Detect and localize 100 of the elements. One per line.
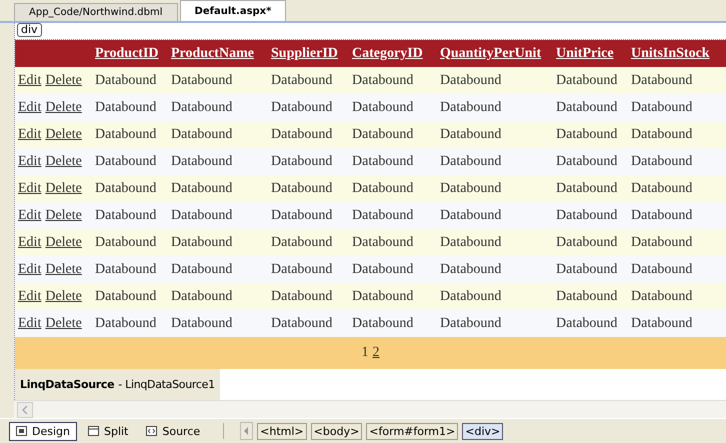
table-cell-text: Databound [351,154,414,170]
table-cell-text: Databound [439,288,502,304]
table-cell-text: Databound [170,234,234,250]
document-tab[interactable]: Default.aspx* [180,0,286,21]
table-cell-text: Databound [630,208,694,224]
chevron-left-icon [22,406,28,414]
row-action-link[interactable]: Delete [45,262,82,278]
table-cell-text: Databound [270,208,334,224]
row-action-link[interactable]: Delete [45,288,82,304]
table-cell-text: Databound [439,262,502,278]
table-cell-text: Databound [555,262,618,278]
table-cell-text: Databound [170,72,234,88]
tag-breadcrumb[interactable]: <div> [462,422,504,440]
table-cell-text: Databound [270,72,334,88]
table-cell-text: Databound [630,126,694,142]
scroll-left-button[interactable] [240,422,254,440]
view-button[interactable]: Split [80,422,136,441]
table-cell-text: Databound [270,154,334,170]
row-action-link[interactable]: Delete [45,100,82,116]
row-action-link[interactable]: Edit [18,262,42,278]
table-cell-text: Databound [351,208,414,224]
table-cell-text: Databound [555,72,618,88]
table-cell-text: Databound [270,288,334,304]
design-view-icon [16,426,27,436]
table-cell-text: Databound [170,316,234,332]
table-cell-text: Databound [555,208,618,224]
tag-breadcrumb[interactable]: <body> [310,422,362,440]
table-cell-text: Databound [439,154,502,170]
table-cell-text: Databound [555,288,618,304]
table-cell-text: Databound [351,316,414,332]
table-cell-text: Databound [555,234,618,250]
tag-breadcrumb[interactable]: <form#form1> [366,422,458,440]
table-cell-text: Databound [94,100,158,116]
column-header[interactable]: UnitsInStock [628,46,723,62]
table-cell-text: Databound [630,316,694,332]
row-action-link[interactable]: Edit [18,72,42,88]
row-action-link[interactable]: Delete [45,72,82,88]
row-action-link[interactable]: Delete [45,180,82,196]
table-cell-text: Databound [94,316,158,332]
scroll-left-button[interactable] [17,402,33,418]
split-view-icon [88,426,99,436]
page-link[interactable]: 1 [362,345,368,361]
row-action-link[interactable]: Delete [45,154,82,170]
table-cell-text: Databound [270,180,334,196]
row-action-link[interactable]: Edit [18,234,42,250]
table-cell-text: Databound [351,72,414,88]
table-cell-text: Databound [555,126,618,142]
triangle-left-icon [244,427,250,436]
table-cell-text: Databound [270,316,334,332]
table-cell-text: Databound [630,154,694,170]
table-cell-text: Databound [94,234,158,250]
table-cell-text: Databound [170,126,234,142]
table-cell-text: Databound [170,154,234,170]
table-cell-text: Databound [630,234,694,250]
control-id-label: - LinqDataSource1 [118,378,215,391]
table-cell-text: Databound [439,126,502,142]
table-cell-text: Databound [351,234,414,250]
row-action-link[interactable]: Edit [18,288,42,304]
table-cell-text: Databound [439,180,502,196]
table-cell-text: Databound [630,72,694,88]
column-header[interactable]: ProductName [168,46,268,62]
element-tag: div [17,23,42,37]
column-header[interactable]: UnitPrice [553,46,628,62]
page-link[interactable]: 2 [372,345,380,361]
row-action-link[interactable]: Edit [18,180,42,196]
column-header[interactable]: ProductID [92,46,168,62]
code-view-icon [146,426,158,436]
table-cell-text: Databound [170,180,234,196]
row-action-link[interactable]: Edit [18,100,42,116]
table-cell-text: Databound [630,100,694,116]
row-action-link[interactable]: Edit [18,208,42,224]
tag-breadcrumb[interactable]: <html> [257,422,307,440]
row-action-link[interactable]: Delete [45,234,82,250]
table-cell-text: Databound [555,154,618,170]
table-cell-text: Databound [170,208,234,224]
column-header[interactable]: QuantityPerUnit [437,46,553,62]
row-action-link[interactable]: Edit [18,126,42,142]
column-header[interactable]: SupplierID [268,46,349,62]
document-tab[interactable]: App_Code/Northwind.dbml [14,3,178,21]
table-cell-text: Databound [439,234,502,250]
table-cell-text: Databound [94,262,158,278]
column-header[interactable]: CategoryID [349,46,437,62]
table-cell-text: Databound [270,262,334,278]
table-cell-text: Databound [630,180,694,196]
table-cell-text: Databound [94,180,158,196]
row-action-link[interactable]: Edit [18,154,42,170]
table-cell-text: Databound [439,208,502,224]
table-cell-text: Databound [170,262,234,278]
row-action-link[interactable]: Edit [18,316,42,332]
view-button[interactable]: Source [139,422,208,441]
table-cell-text: Databound [170,100,234,116]
row-action-link[interactable]: Delete [45,316,82,332]
table-cell-text: Databound [351,126,414,142]
table-cell-text: Databound [270,100,334,116]
view-button[interactable]: Design [9,422,77,441]
row-action-link[interactable]: Delete [45,208,82,224]
control-type-label: LinqDataSource [20,378,114,391]
table-cell-text: Databound [351,288,414,304]
table-cell-text: Databound [270,126,334,142]
row-action-link[interactable]: Delete [45,126,82,142]
